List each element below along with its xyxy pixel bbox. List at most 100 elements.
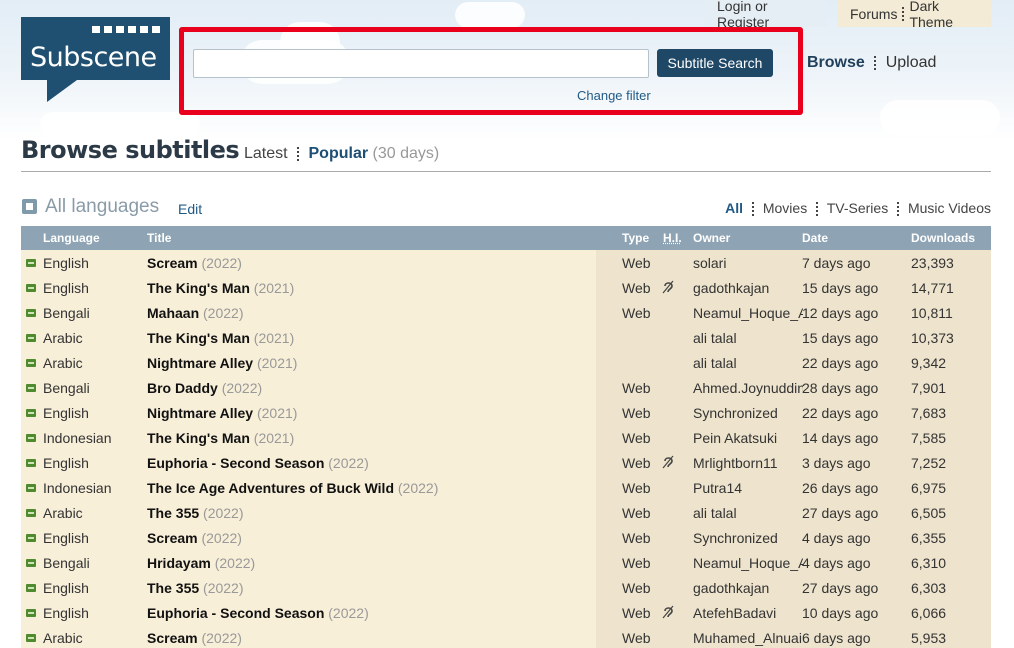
row-downloads: 10,811: [911, 305, 953, 321]
row-type: Web: [622, 580, 651, 596]
row-year: (2021): [253, 280, 295, 296]
row-owner-link[interactable]: Neamul_Hoque_Al: [693, 555, 803, 571]
separator: [897, 202, 900, 217]
row-type: Web: [622, 305, 651, 321]
table-row[interactable]: Indonesian The Ice Age Adventures of Buck…: [21, 475, 991, 500]
row-owner-link[interactable]: gadothkajan: [693, 580, 803, 596]
row-downloads: 6,066: [911, 605, 947, 621]
table-row[interactable]: Arabic Scream (2022) Web Muhamed_Alnuaim 6 d…: [21, 625, 991, 648]
table-row[interactable]: Arabic The 355 (2022) Web ali talal 27 days …: [21, 500, 991, 525]
row-year: (2022): [201, 530, 242, 546]
filter-movies[interactable]: Movies: [763, 200, 807, 216]
forums-link[interactable]: Forums: [850, 6, 897, 22]
row-title-link[interactable]: The King's Man (2021): [147, 430, 294, 446]
row-title-link[interactable]: The 355 (2022): [147, 580, 244, 596]
subtitle-search-button[interactable]: Subtitle Search: [657, 49, 773, 77]
table-row[interactable]: Arabic Nightmare Alley (2021) ali talal 22 …: [21, 350, 991, 375]
table-row[interactable]: Indonesian The King's Man (2021) Web Pein A…: [21, 425, 991, 450]
browse-link[interactable]: Browse: [807, 54, 865, 71]
row-title-link[interactable]: Scream (2022): [147, 530, 242, 546]
row-downloads: 14,771: [911, 280, 954, 296]
site-logo[interactable]: Subscene: [21, 17, 170, 80]
row-owner-link[interactable]: AtefehBadavi: [693, 605, 803, 621]
table-row[interactable]: Bengali Bro Daddy (2022) Web Ahmed.Joynuddi…: [21, 375, 991, 400]
row-type: Web: [622, 605, 651, 621]
row-owner-link[interactable]: Muhamed_Alnuaim: [693, 630, 803, 646]
row-owner-link[interactable]: solari: [693, 255, 803, 271]
filter-music-videos[interactable]: Music Videos: [908, 200, 991, 216]
filter-all[interactable]: All: [725, 200, 743, 216]
row-owner-link[interactable]: Neamul_Hoque_Al: [693, 305, 803, 321]
row-title: The King's Man: [147, 280, 250, 296]
table-row[interactable]: Bengali Hridayam (2022) Web Neamul_Hoque_Al…: [21, 550, 991, 575]
table-row[interactable]: English Euphoria - Second Season (2022) We…: [21, 450, 991, 475]
tab-latest[interactable]: Latest: [244, 145, 288, 162]
upload-link[interactable]: Upload: [886, 54, 937, 71]
row-title-link[interactable]: Hridayam (2022): [147, 555, 255, 571]
row-title-link[interactable]: The 355 (2022): [147, 505, 244, 521]
header-title: Title: [147, 231, 172, 245]
row-title-link[interactable]: The Ice Age Adventures of Buck Wild (202…: [147, 480, 438, 496]
row-title-link[interactable]: Mahaan (2022): [147, 305, 243, 321]
table-row[interactable]: English Nightmare Alley (2021) Web Synchron…: [21, 400, 991, 425]
subtitles-table: Language Title Type H.I. Owner Date Down…: [21, 226, 991, 648]
row-owner-link[interactable]: ali talal: [693, 330, 803, 346]
table-header: Language Title Type H.I. Owner Date Down…: [21, 226, 991, 250]
table-row[interactable]: Arabic The King's Man (2021) ali talal 15 d…: [21, 325, 991, 350]
table-row[interactable]: English Euphoria - Second Season (2022) We…: [21, 600, 991, 625]
row-owner-link[interactable]: Synchronized: [693, 530, 803, 546]
edit-languages-link[interactable]: Edit: [178, 201, 202, 217]
language-flag-icon: [26, 259, 36, 267]
row-date: 26 days ago: [802, 480, 879, 496]
row-type: Web: [622, 455, 651, 471]
row-owner-link[interactable]: Putra14: [693, 480, 803, 496]
row-language: Bengali: [43, 555, 90, 571]
row-title-link[interactable]: Euphoria - Second Season (2022): [147, 605, 369, 621]
row-type: Web: [622, 405, 651, 421]
separator: [751, 202, 754, 217]
row-title: Hridayam: [147, 555, 211, 571]
row-owner-link[interactable]: Ahmed.Joynuddin: [693, 380, 803, 396]
row-title-link[interactable]: Scream (2022): [147, 255, 242, 271]
row-date: 4 days ago: [802, 530, 871, 546]
row-owner-link[interactable]: Mrlightborn11: [693, 455, 803, 471]
row-language: English: [43, 605, 89, 621]
dark-theme-link[interactable]: Dark Theme: [909, 0, 979, 30]
row-title-link[interactable]: The King's Man (2021): [147, 330, 294, 346]
row-title-link[interactable]: Scream (2022): [147, 630, 242, 646]
row-year: (2021): [256, 355, 298, 371]
top-links-group: Forums Dark Theme: [838, 0, 991, 30]
row-language: Arabic: [43, 630, 83, 646]
row-language: Arabic: [43, 330, 83, 346]
header-date: Date: [802, 231, 829, 245]
row-title-link[interactable]: The King's Man (2021): [147, 280, 294, 296]
table-row[interactable]: English The 355 (2022) Web gadothkajan 27 da…: [21, 575, 991, 600]
row-date: 3 days ago: [802, 455, 871, 471]
login-register-link[interactable]: Login or Register: [705, 0, 827, 30]
language-flag-icon: [26, 284, 36, 292]
filter-tv-series[interactable]: TV-Series: [827, 200, 888, 216]
row-owner-link[interactable]: Synchronized: [693, 405, 803, 421]
row-title-link[interactable]: Nightmare Alley (2021): [147, 355, 297, 371]
row-title: Nightmare Alley: [147, 355, 254, 371]
row-type: Web: [622, 505, 651, 521]
change-filter-link[interactable]: Change filter: [577, 88, 651, 103]
table-row[interactable]: Bengali Mahaan (2022) Web Neamul_Hoque_Al 12…: [21, 300, 991, 325]
row-title-link[interactable]: Bro Daddy (2022): [147, 380, 262, 396]
table-row[interactable]: English Scream (2022) Web Synchronized 4 day…: [21, 525, 991, 550]
search-input[interactable]: [193, 49, 649, 78]
row-title: Mahaan: [147, 305, 200, 321]
row-owner-link[interactable]: gadothkajan: [693, 280, 803, 296]
row-downloads: 10,373: [911, 330, 954, 346]
row-title-link[interactable]: Euphoria - Second Season (2022): [147, 455, 369, 471]
row-owner-link[interactable]: ali talal: [693, 355, 803, 371]
row-title: Nightmare Alley: [147, 405, 254, 421]
tab-popular[interactable]: Popular: [309, 145, 369, 162]
row-title-link[interactable]: Nightmare Alley (2021): [147, 405, 297, 421]
table-row[interactable]: English Scream (2022) Web solari 7 days ago 2…: [21, 250, 991, 275]
table-row[interactable]: English The King's Man (2021) Web gadothkaj…: [21, 275, 991, 300]
row-owner-link[interactable]: ali talal: [693, 505, 803, 521]
row-date: 27 days ago: [802, 505, 879, 521]
row-owner-link[interactable]: Pein Akatsuki: [693, 430, 803, 446]
row-year: (2022): [203, 305, 244, 321]
